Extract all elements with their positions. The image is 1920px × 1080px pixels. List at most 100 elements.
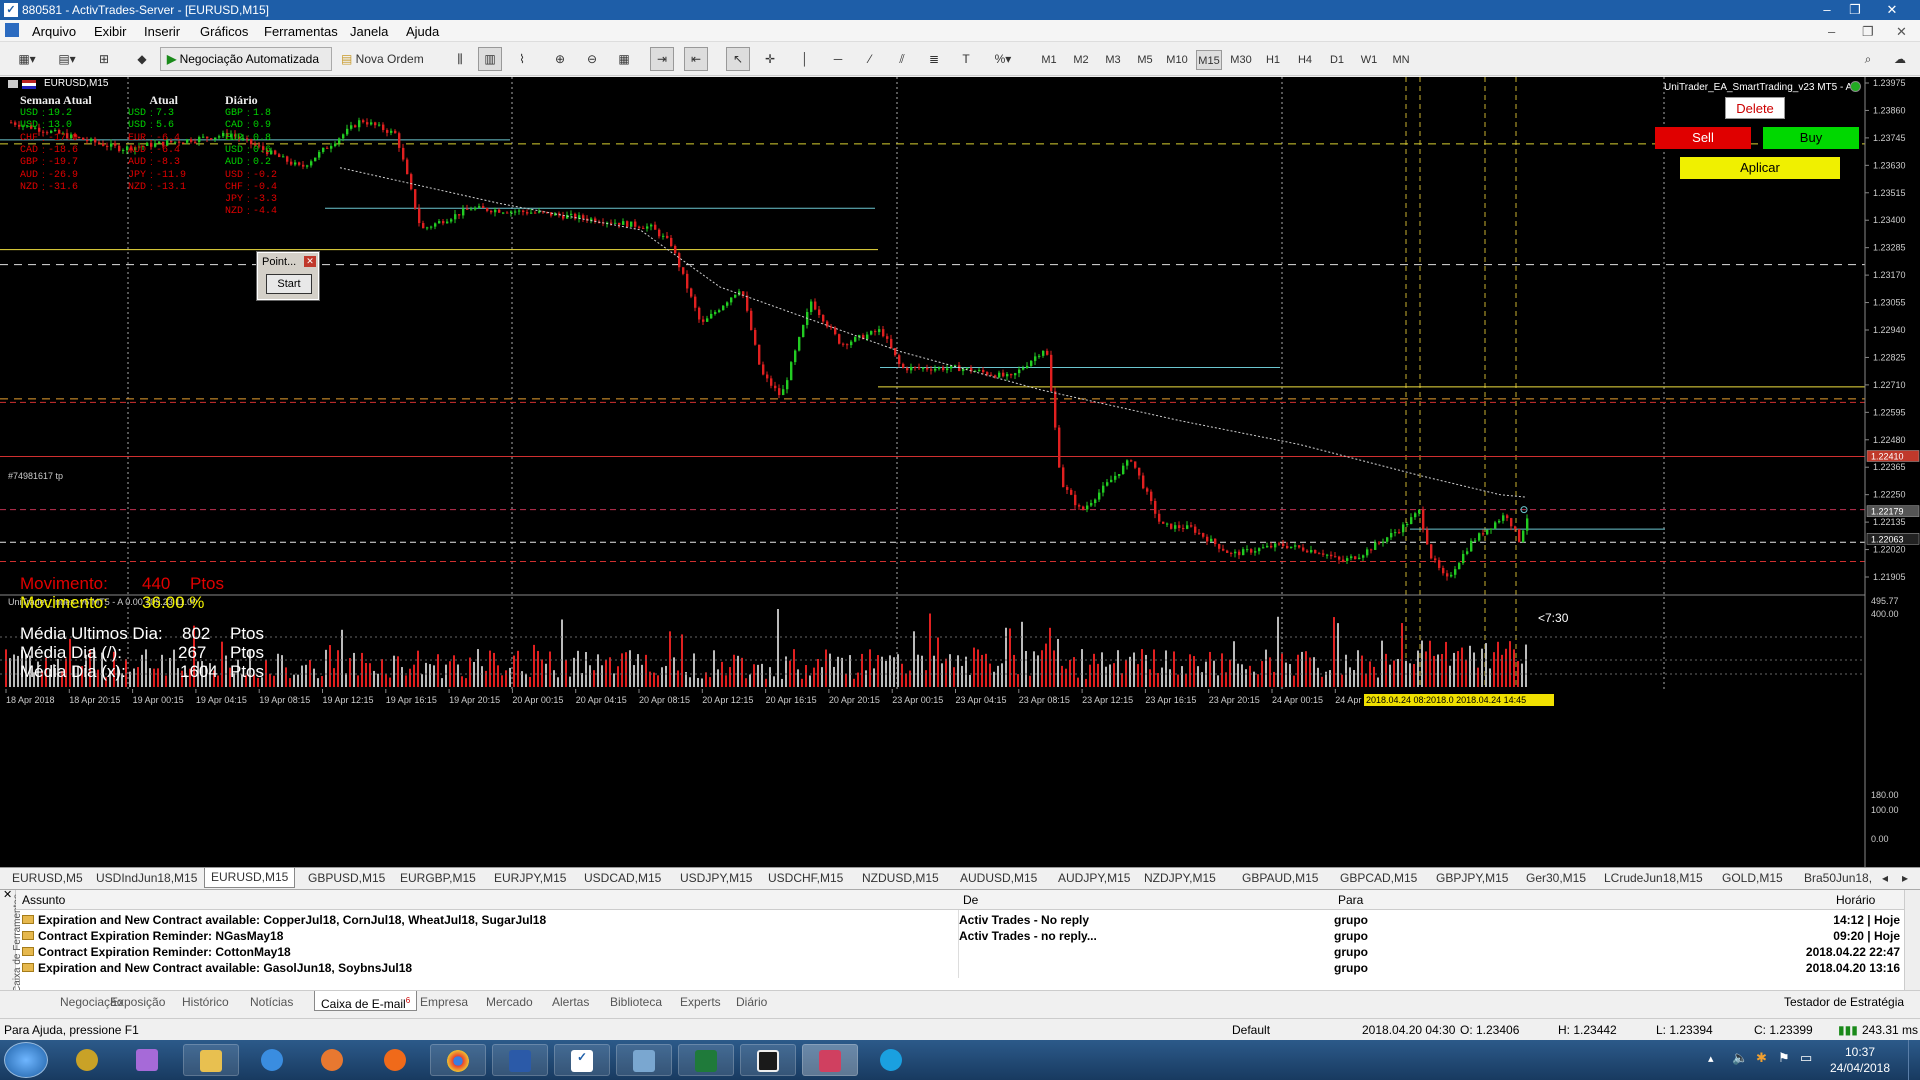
col-assunto[interactable]: Assunto [22, 893, 65, 907]
chart-tab[interactable]: USDCAD,M15 [584, 871, 661, 885]
chart-tab[interactable]: EURUSD,M5 [12, 871, 83, 885]
chart-tab[interactable]: EURJPY,M15 [494, 871, 566, 885]
toolbox-side[interactable]: ✕ Caixa de Ferramentas [0, 888, 23, 993]
sell-button[interactable]: Sell [1655, 127, 1751, 149]
strategy-tester-tab[interactable]: Testador de Estratégia [1784, 995, 1904, 1009]
volume-icon[interactable]: 🔈 [1732, 1050, 1748, 1066]
search-icon[interactable]: ⌕ [1856, 47, 1880, 71]
chart-tab[interactable]: Ger30,M15 [1526, 871, 1586, 885]
vertical-line-icon[interactable]: │ [796, 47, 814, 71]
chart-tab[interactable]: EURGBP,M15 [400, 871, 476, 885]
fibonacci-icon[interactable]: ≣ [922, 47, 946, 71]
autoscroll-icon[interactable]: ⇥ [650, 47, 674, 71]
tf-m2[interactable]: M2 [1068, 50, 1094, 70]
new-chart-icon[interactable]: ▦▾ [10, 47, 44, 71]
show-desktop-button[interactable] [1908, 1040, 1920, 1080]
chart-tab[interactable]: GBPAUD,M15 [1242, 871, 1318, 885]
skype-icon[interactable] [864, 1044, 920, 1076]
delete-button[interactable]: Delete [1725, 97, 1785, 119]
media-player-icon[interactable] [305, 1044, 361, 1076]
col-horario[interactable]: Horário [1836, 893, 1875, 907]
profiles-icon[interactable]: ▤▾ [50, 47, 84, 71]
chrome-icon[interactable] [430, 1044, 486, 1076]
zoom-out-icon[interactable]: ⊖ [580, 47, 604, 71]
mail-scrollbar[interactable] [1904, 890, 1920, 991]
toolbox-tab[interactable]: Caixa de E-mail6 [314, 991, 418, 1011]
tf-m5[interactable]: M5 [1132, 50, 1158, 70]
text-icon[interactable]: T [954, 47, 978, 71]
menu-janela[interactable]: Janela [350, 24, 388, 39]
network-app-icon[interactable] [60, 1044, 116, 1076]
tf-m10[interactable]: M10 [1164, 50, 1190, 70]
tf-m1[interactable]: M1 [1036, 50, 1062, 70]
crosshair-icon[interactable]: ✛ [758, 47, 782, 71]
toolbox-tab[interactable]: Exposição [110, 995, 165, 1009]
camtasia-icon[interactable] [740, 1044, 796, 1076]
close-icon[interactable]: ✕ [1870, 0, 1914, 20]
chart-tab[interactable]: GBPJPY,M15 [1436, 871, 1508, 885]
chart-menu-icon[interactable] [8, 80, 18, 88]
chart-tab[interactable]: NZDUSD,M15 [862, 871, 939, 885]
tf-m30[interactable]: M30 [1228, 50, 1254, 70]
toolbox-tab[interactable]: Diário [736, 995, 767, 1009]
toolbox-tab[interactable]: Biblioteca [610, 995, 662, 1009]
new-order-button[interactable]: ▤ Nova Ordem [340, 47, 434, 71]
tile-windows-icon[interactable]: ▦ [612, 47, 636, 71]
tray-arrow-icon[interactable]: ▴ [1708, 1052, 1714, 1065]
col-de[interactable]: De [963, 893, 978, 907]
menu-ferramentas[interactable]: Ferramentas [264, 24, 338, 39]
toolbox-tab[interactable]: Experts [680, 995, 721, 1009]
chart-window[interactable]: 1.23975 1.23860 1.23745 1.23630 1.23515 1.234… [0, 77, 1920, 867]
chart-tab[interactable]: GBPCAD,M15 [1340, 871, 1417, 885]
toolbox-close-icon[interactable]: ✕ [3, 888, 12, 901]
excel-icon[interactable] [678, 1044, 734, 1076]
word-icon[interactable] [492, 1044, 548, 1076]
chart-shift-icon[interactable]: ⇤ [684, 47, 708, 71]
child-restore-icon[interactable]: ❐ [1862, 24, 1874, 40]
tf-h4[interactable]: H4 [1292, 50, 1318, 70]
tf-d1[interactable]: D1 [1324, 50, 1350, 70]
dialog-close-icon[interactable]: ✕ [304, 256, 316, 267]
bar-chart-icon[interactable]: ⫼ [448, 47, 472, 71]
flag-tray-icon[interactable]: ⚑ [1778, 1050, 1790, 1066]
tray-app-icon[interactable]: ✱ [1756, 1050, 1767, 1066]
pen-app-icon[interactable] [120, 1044, 176, 1076]
photos-icon[interactable] [616, 1044, 672, 1076]
child-close-icon[interactable]: ✕ [1896, 24, 1907, 40]
tf-h1[interactable]: H1 [1260, 50, 1286, 70]
chart-tab[interactable]: USDIndJun18,M15 [96, 871, 197, 885]
child-minimize-icon[interactable]: – [1828, 24, 1835, 39]
chart-tab[interactable]: AUDUSD,M15 [960, 871, 1037, 885]
metaeditor-icon[interactable]: ◆ [130, 47, 154, 71]
menu-arquivo[interactable]: Arquivo [32, 24, 76, 39]
toolbox-tab[interactable]: Mercado [486, 995, 533, 1009]
toolbox-tab[interactable]: Histórico [182, 995, 229, 1009]
chart-app-icon[interactable] [802, 1044, 858, 1076]
chart-tab[interactable]: Bra50Jun18, [1804, 871, 1872, 885]
restore-icon[interactable]: ❐ [1842, 0, 1868, 20]
toolbox-tab[interactable]: Notícias [250, 995, 293, 1009]
tf-mn[interactable]: MN [1388, 50, 1414, 70]
ie-icon[interactable] [245, 1044, 301, 1076]
market-watch-icon[interactable]: ⊞ [92, 47, 116, 71]
firefox-icon[interactable] [368, 1044, 424, 1076]
start-button[interactable]: Start [266, 274, 312, 294]
chart-tab[interactable]: LCrudeJun18,M15 [1604, 871, 1703, 885]
cursor-icon[interactable]: ↖ [726, 47, 750, 71]
chat-icon[interactable]: ☁ [1888, 47, 1912, 71]
apply-button[interactable]: Aplicar [1680, 157, 1840, 179]
metatrader-icon[interactable]: ✓ [554, 1044, 610, 1076]
clock[interactable]: 10:37 24/04/2018 [1820, 1044, 1900, 1076]
menu-ajuda[interactable]: Ajuda [406, 24, 439, 39]
line-chart-icon[interactable]: ⌇ [510, 47, 534, 71]
buy-button[interactable]: Buy [1763, 127, 1859, 149]
chart-tab[interactable]: EURUSD,M15 [204, 868, 296, 888]
toolbox-tab[interactable]: Alertas [552, 995, 589, 1009]
trendline-icon[interactable]: ⁄ [858, 47, 882, 71]
menu-inserir[interactable]: Inserir [144, 24, 180, 39]
minimize-icon[interactable]: – [1814, 0, 1840, 20]
chart-tab[interactable]: GBPUSD,M15 [308, 871, 385, 885]
chart-tab[interactable]: AUDJPY,M15 [1058, 871, 1130, 885]
menu-graficos[interactable]: Gráficos [200, 24, 248, 39]
col-para[interactable]: Para [1338, 893, 1363, 907]
